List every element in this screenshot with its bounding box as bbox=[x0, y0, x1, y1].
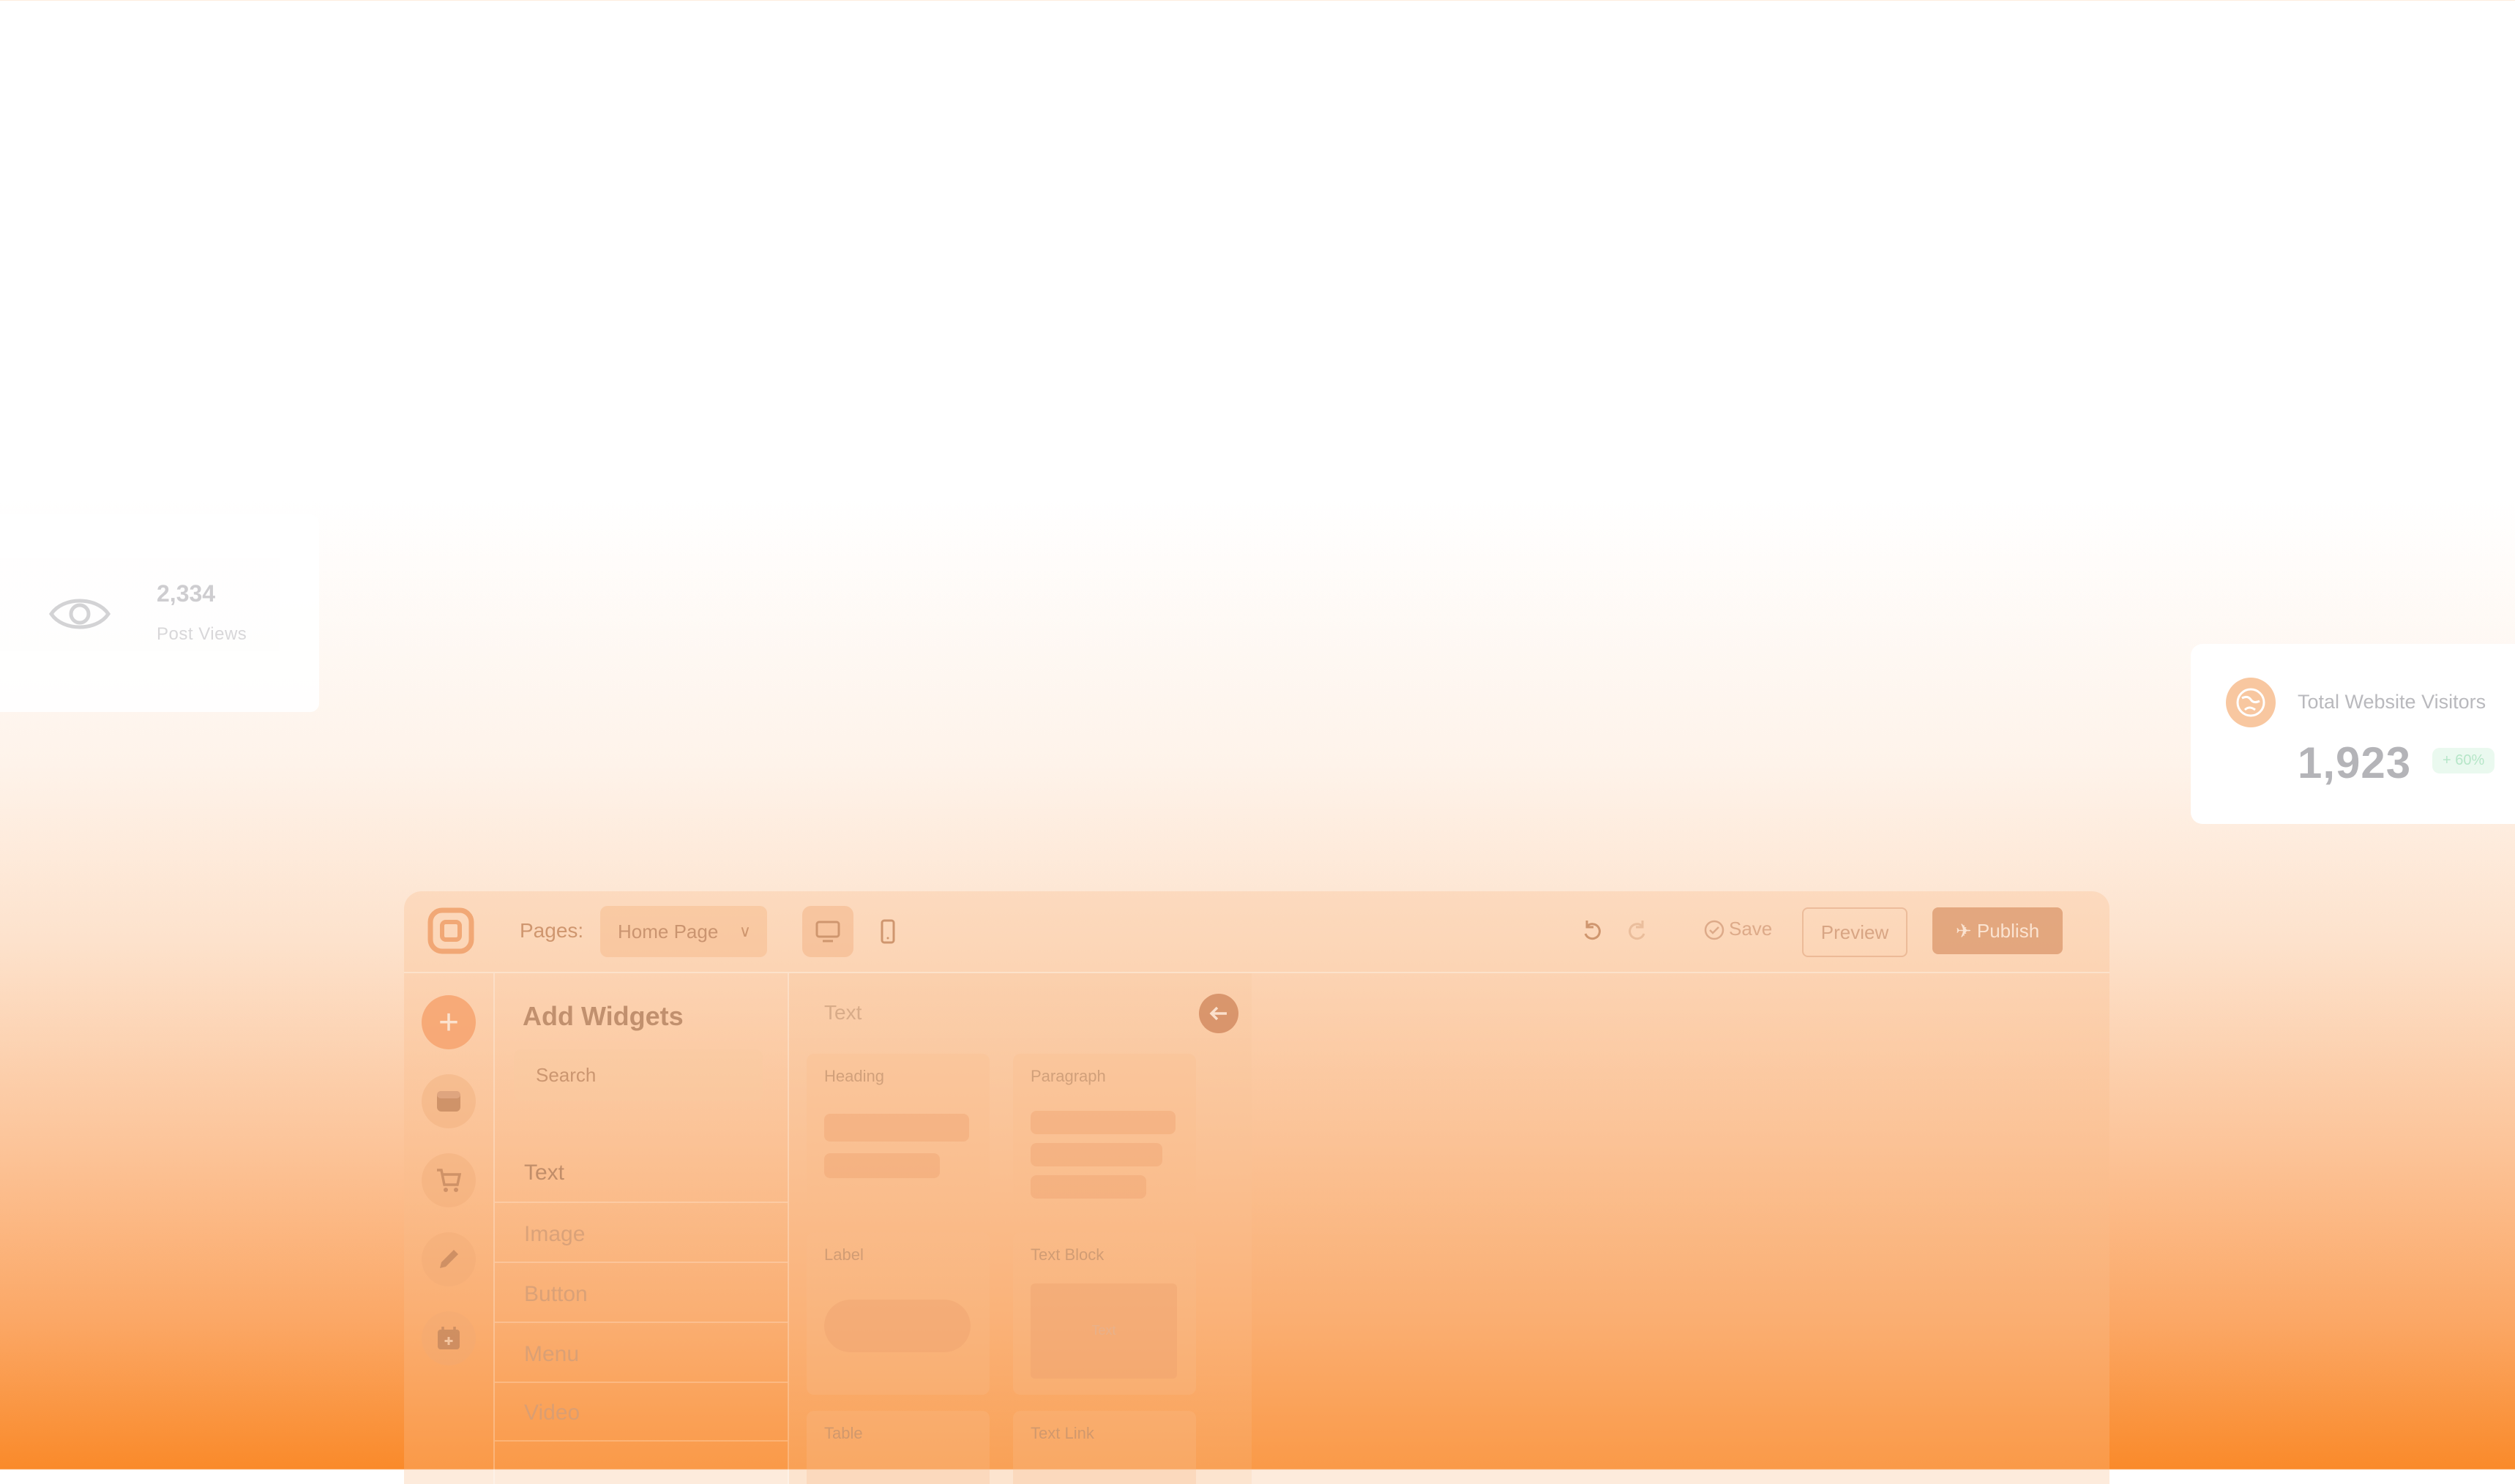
paragraph-placeholder bbox=[1031, 1175, 1146, 1199]
pencil-icon bbox=[440, 1250, 458, 1268]
events-button[interactable] bbox=[422, 1311, 476, 1365]
site-builder-window: Pages: Home Page ∨ Save Preview ✈ Publis… bbox=[404, 891, 2109, 1484]
arrow-left-icon bbox=[1209, 1006, 1227, 1021]
paragraph-placeholder bbox=[1031, 1143, 1162, 1166]
tile-label: Paragraph bbox=[1031, 1067, 1106, 1085]
desktop-icon bbox=[815, 921, 840, 943]
logo-icon bbox=[427, 907, 474, 954]
add-widgets-panel: Add Widgets Text Image Button Menu Video bbox=[495, 973, 789, 1484]
widget-search-input[interactable] bbox=[514, 1049, 763, 1101]
pages-label: Pages: bbox=[520, 919, 584, 942]
page-select[interactable]: Home Page ∨ bbox=[600, 906, 767, 957]
sidebar-rail: + bbox=[404, 973, 495, 1484]
post-views-value: 2,334 bbox=[157, 580, 216, 607]
text-widgets-panel: Text Heading Paragraph Label Text Block … bbox=[789, 973, 1252, 1484]
desktop-view-button[interactable] bbox=[802, 906, 853, 957]
visitors-change-badge: + 60% bbox=[2432, 748, 2495, 773]
divider bbox=[495, 1262, 788, 1263]
page-select-value: Home Page bbox=[618, 921, 719, 943]
add-widgets-title: Add Widgets bbox=[523, 1001, 684, 1031]
tile-label: Label bbox=[824, 1245, 864, 1264]
post-views-label: Post Views bbox=[157, 624, 247, 644]
text-link-widget-tile[interactable]: Text Link bbox=[1013, 1411, 1196, 1484]
layout-button[interactable] bbox=[422, 1074, 476, 1128]
back-button[interactable] bbox=[1199, 994, 1238, 1033]
paragraph-widget-tile[interactable]: Paragraph bbox=[1013, 1054, 1196, 1213]
layout-icon bbox=[437, 1091, 460, 1112]
mobile-icon bbox=[881, 919, 895, 944]
publish-label: Publish bbox=[1976, 920, 2040, 942]
category-button[interactable]: Button bbox=[524, 1282, 588, 1307]
mobile-view-button[interactable] bbox=[862, 906, 913, 957]
heading-placeholder bbox=[824, 1153, 940, 1178]
visitors-value: 1,923 bbox=[2298, 738, 2412, 787]
paragraph-placeholder bbox=[1031, 1111, 1176, 1134]
visitors-title: Total Website Visitors bbox=[2298, 691, 2486, 713]
rocket-icon: ✈ bbox=[1955, 920, 1972, 942]
category-menu[interactable]: Menu bbox=[524, 1342, 579, 1367]
divider bbox=[495, 1202, 788, 1203]
undo-icon[interactable] bbox=[1580, 918, 1606, 944]
divider bbox=[495, 1382, 788, 1383]
tile-label: Text Block bbox=[1031, 1245, 1105, 1264]
text-block-widget-tile[interactable]: Text Block Text bbox=[1013, 1232, 1196, 1395]
publish-button[interactable]: ✈ Publish bbox=[1932, 907, 2063, 954]
label-placeholder bbox=[824, 1300, 971, 1352]
post-views-card: 2,334 Post Views bbox=[0, 514, 319, 712]
save-label: Save bbox=[1729, 918, 1773, 940]
cart-icon bbox=[437, 1169, 462, 1192]
divider bbox=[495, 1440, 788, 1442]
category-video[interactable]: Video bbox=[524, 1401, 580, 1425]
add-button[interactable]: + bbox=[422, 995, 476, 1049]
tile-label: Text Link bbox=[1031, 1424, 1094, 1442]
table-widget-tile[interactable]: Table bbox=[807, 1411, 990, 1484]
tile-label: Heading bbox=[824, 1067, 884, 1085]
category-image[interactable]: Image bbox=[524, 1222, 585, 1247]
chevron-down-icon: ∨ bbox=[739, 922, 751, 940]
text-block-preview: Text bbox=[1031, 1283, 1177, 1379]
toolbar: Pages: Home Page ∨ Save Preview ✈ Publis… bbox=[404, 891, 2109, 973]
website-visitors-card: Total Website Visitors 1,923 + 60% bbox=[2191, 644, 2515, 824]
eye-icon bbox=[48, 599, 111, 629]
heading-widget-tile[interactable]: Heading bbox=[807, 1054, 990, 1213]
plus-icon: + bbox=[438, 1003, 460, 1042]
heading-placeholder bbox=[824, 1114, 969, 1142]
check-circle-icon bbox=[1704, 920, 1724, 940]
edit-button[interactable] bbox=[422, 1232, 476, 1286]
category-text[interactable]: Text bbox=[524, 1161, 564, 1185]
divider bbox=[495, 1322, 788, 1323]
calendar-icon bbox=[438, 1327, 460, 1349]
redo-icon[interactable] bbox=[1623, 918, 1650, 944]
panel-title: Text bbox=[824, 1001, 862, 1024]
preview-button[interactable]: Preview bbox=[1802, 907, 1907, 957]
save-button[interactable]: Save bbox=[1704, 918, 1772, 940]
tile-label: Table bbox=[824, 1424, 863, 1442]
globe-icon bbox=[2226, 678, 2276, 727]
text-block-sample: Text bbox=[1091, 1323, 1116, 1338]
label-widget-tile[interactable]: Label bbox=[807, 1232, 990, 1395]
store-button[interactable] bbox=[422, 1153, 476, 1207]
